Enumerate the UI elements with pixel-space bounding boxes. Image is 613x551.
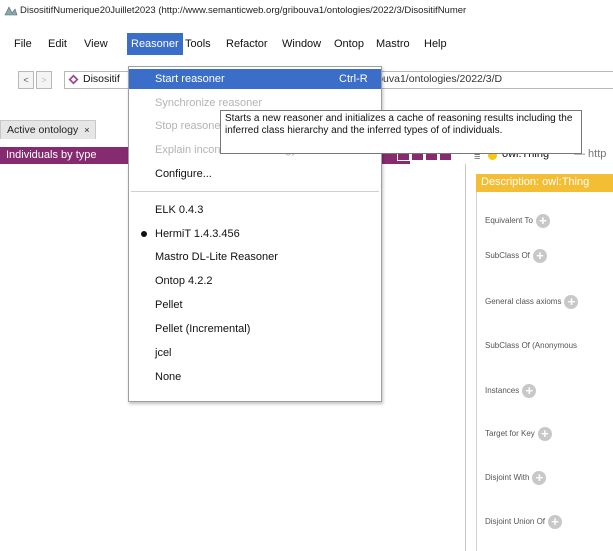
add-icon[interactable]: + [532,248,547,263]
description-panel-header: Description: owl:Thing [476,174,613,192]
add-icon[interactable]: + [564,294,579,309]
section-subclass-of-anonymous: SubClass Of (Anonymous [485,341,578,350]
menu-item-reasoner-pellet-incremental[interactable]: Pellet (Incremental) [129,319,381,339]
menu-file[interactable]: File [10,33,36,55]
menu-item-reasoner-pellet[interactable]: Pellet [129,295,381,315]
menu-item-reasoner-jcel[interactable]: jcel [129,343,381,363]
selected-radio-icon [141,231,147,237]
shortcut-label: Ctrl-R [339,73,368,85]
forward-button[interactable]: > [36,71,52,89]
menu-item-start-reasoner[interactable]: Start reasoner Ctrl-R [129,69,381,89]
panel-title: Individuals by type [6,149,97,161]
back-button[interactable]: < [18,71,34,89]
menu-item-configure[interactable]: Configure... [129,164,381,184]
section-disjoint-with: Disjoint With + [485,470,547,486]
add-icon[interactable]: + [532,470,547,485]
add-icon[interactable]: + [537,426,552,441]
menu-item-reasoner-elk[interactable]: ELK 0.4.3 [129,200,381,220]
ontology-icon [68,74,79,85]
tooltip: Starts a new reasoner and initializes a … [220,110,582,154]
menu-reasoner[interactable]: Reasoner [127,33,183,55]
tab-label: Active ontology [7,124,79,136]
menu-mastro[interactable]: Mastro [372,33,414,55]
menu-item-reasoner-mastro[interactable]: Mastro DL-Lite Reasoner [129,247,381,267]
close-icon[interactable]: × [84,125,89,135]
menu-tools[interactable]: Tools [181,33,215,55]
add-icon[interactable]: + [522,383,537,398]
menu-separator [131,191,379,192]
add-icon[interactable]: + [535,213,550,228]
window-title: DisositifNumerique20Juillet2023 (http://… [20,5,467,16]
menu-edit[interactable]: Edit [44,33,71,55]
menu-window[interactable]: Window [278,33,325,55]
menu-view[interactable]: View [80,33,112,55]
section-target-for-key: Target for Key + [485,426,552,442]
menu-item-reasoner-none[interactable]: None [129,367,381,387]
tab-active-ontology[interactable]: Active ontology × [0,120,97,139]
section-disjoint-union-of: Disjoint Union Of + [485,514,563,530]
menu-bar: File Edit View Reasoner Tools Refactor W… [0,33,613,55]
section-equivalent-to: Equivalent To + [485,213,550,229]
section-general-class-axioms: General class axioms + [485,294,579,310]
section-instances: Instances + [485,383,537,399]
description-panel: Equivalent To + SubClass Of + General clas… [476,192,613,551]
ontology-name: Disositif [83,73,120,85]
menu-ontop[interactable]: Ontop [330,33,368,55]
menu-help[interactable]: Help [420,33,451,55]
description-title: Description: owl:Thing [481,176,590,188]
protege-logo-icon [4,6,18,16]
title-bar: DisositifNumerique20Juillet2023 (http://… [0,0,613,22]
menu-item-reasoner-ontop[interactable]: Ontop 4.2.2 [129,271,381,291]
menu-refactor[interactable]: Refactor [222,33,272,55]
section-subclass-of: SubClass Of + [485,248,547,264]
add-icon[interactable]: + [548,514,563,529]
menu-item-reasoner-hermit[interactable]: HermiT 1.4.3.456 [129,224,381,244]
